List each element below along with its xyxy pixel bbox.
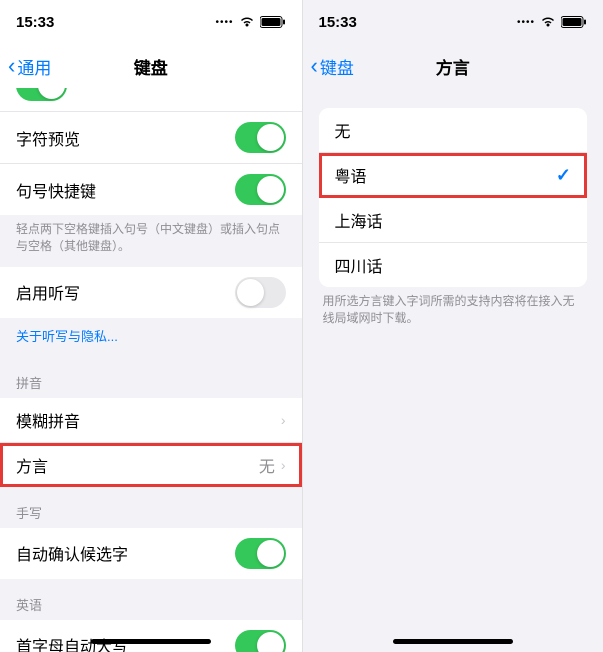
footer-dialect: 用所选方言键入字词所需的支持内容将在接入无线局域网时下载。: [303, 287, 603, 339]
row-dialect-none[interactable]: 无: [319, 108, 588, 153]
toggle-char-preview[interactable]: [235, 122, 286, 153]
label: 四川话: [335, 253, 572, 277]
dictation-privacy-link[interactable]: 关于听写与隐私...: [0, 318, 302, 357]
left-screen: 15:33 •••• ‹ 通用 键盘 字符预览 句号快捷键: [0, 0, 302, 652]
home-indicator[interactable]: [91, 639, 211, 644]
label: 粤语: [335, 163, 556, 187]
cellular-icon: ••••: [215, 17, 233, 28]
row-enable-dictation[interactable]: 启用听写: [0, 267, 302, 318]
battery-icon: [561, 16, 587, 28]
back-label: 通用: [17, 54, 51, 79]
header-pinyin: 拼音: [0, 357, 302, 398]
header-english: 英语: [0, 579, 302, 620]
chevron-left-icon: ‹: [311, 53, 318, 79]
cellular-icon: ••••: [517, 17, 535, 28]
chevron-right-icon: ›: [281, 412, 286, 428]
back-button[interactable]: ‹ 通用: [8, 53, 51, 79]
scroll-content[interactable]: 无 粤语 ✓ 上海话 四川话 用所选方言键入字词所需的支持内容将在接入无线局域网…: [303, 88, 603, 652]
row-period-shortcut[interactable]: 句号快捷键: [0, 164, 302, 215]
label: 句号快捷键: [16, 178, 235, 202]
label: 字符预览: [16, 126, 235, 150]
wifi-icon: [540, 16, 556, 28]
label: 上海话: [335, 208, 572, 232]
row-auto-cap[interactable]: 首字母自动大写: [0, 620, 302, 652]
status-time: 15:33: [16, 14, 54, 31]
status-bar: 15:33 ••••: [303, 0, 603, 44]
row-cutoff[interactable]: [0, 88, 302, 112]
status-right: ••••: [215, 16, 285, 28]
toggle-auto-cap[interactable]: [235, 630, 286, 652]
row-dialects[interactable]: 方言 无 ›: [0, 443, 302, 487]
header-handwriting: 手写: [0, 487, 302, 528]
label: 自动确认候选字: [16, 541, 235, 565]
nav-title: 键盘: [134, 54, 168, 79]
section-dictation: 启用听写: [0, 267, 302, 318]
nav-bar: ‹ 键盘 方言: [303, 44, 603, 88]
scroll-content[interactable]: 字符预览 句号快捷键 轻点两下空格键插入句号（中文键盘）或插入句点与空格（其他键…: [0, 88, 302, 652]
row-dialect-shanghainese[interactable]: 上海话: [319, 198, 588, 243]
toggle-auto-confirm[interactable]: [235, 538, 286, 569]
row-dialect-sichuanese[interactable]: 四川话: [319, 243, 588, 287]
status-bar: 15:33 ••••: [0, 0, 302, 44]
label: 无: [335, 118, 572, 142]
section-english: 首字母自动大写 检查拼写 输入预测 滑行键入时逐词删除: [0, 620, 302, 652]
row-dialect-cantonese[interactable]: 粤语 ✓: [319, 153, 588, 198]
row-auto-confirm[interactable]: 自动确认候选字: [0, 528, 302, 579]
section-shortcuts: 字符预览 句号快捷键: [0, 88, 302, 215]
battery-icon: [260, 16, 286, 28]
chevron-left-icon: ‹: [8, 53, 15, 79]
status-time: 15:33: [319, 14, 357, 31]
footer-space: 轻点两下空格键插入句号（中文键盘）或插入句点与空格（其他键盘）。: [0, 215, 302, 267]
toggle-on-icon[interactable]: [16, 88, 67, 101]
wifi-icon: [239, 16, 255, 28]
label: 模糊拼音: [16, 408, 281, 432]
home-indicator[interactable]: [393, 639, 513, 644]
label: 方言: [16, 453, 259, 477]
right-screen: 15:33 •••• ‹ 键盘 方言 无 粤语 ✓ 上海话: [302, 0, 603, 652]
status-right: ••••: [517, 16, 587, 28]
toggle-period-shortcut[interactable]: [235, 174, 286, 205]
value: 无: [259, 453, 275, 477]
section-pinyin: 模糊拼音 › 方言 无 ›: [0, 398, 302, 487]
back-button[interactable]: ‹ 键盘: [311, 53, 354, 79]
section-handwriting: 自动确认候选字: [0, 528, 302, 579]
nav-title: 方言: [436, 54, 470, 79]
label: 启用听写: [16, 280, 235, 304]
back-label: 键盘: [320, 54, 354, 79]
checkmark-icon: ✓: [556, 165, 571, 186]
chevron-right-icon: ›: [281, 457, 286, 473]
toggle-dictation[interactable]: [235, 277, 286, 308]
nav-bar: ‹ 通用 键盘: [0, 44, 302, 88]
section-dialect-options: 无 粤语 ✓ 上海话 四川话: [319, 108, 588, 287]
row-char-preview[interactable]: 字符预览: [0, 112, 302, 164]
row-fuzzy-pinyin[interactable]: 模糊拼音 ›: [0, 398, 302, 443]
